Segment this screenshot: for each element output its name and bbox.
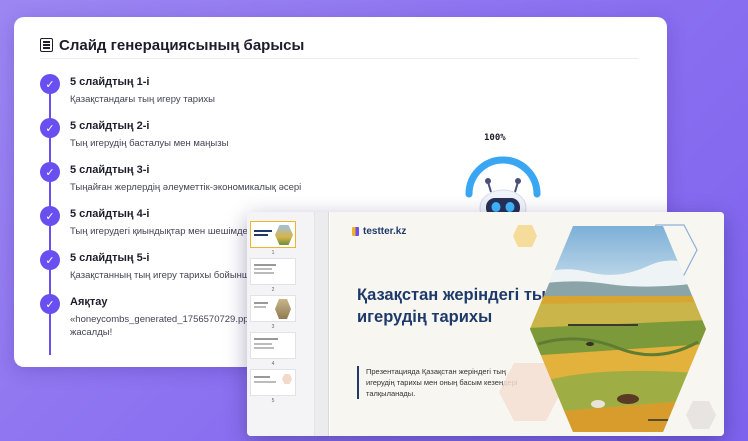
slide-thumbnail-panel: 1 2 3 4 5: [247, 212, 315, 436]
panel-splitter[interactable]: [315, 212, 329, 436]
header-divider: [40, 58, 639, 59]
card-header: Слайд генерациясының барысы: [40, 35, 304, 55]
step-title: 5 слайдтың 4-і: [70, 208, 150, 220]
steppe-landscape-image: [530, 226, 706, 432]
thumbnail-number: 5: [271, 398, 275, 404]
card-title: Слайд генерациясының барысы: [59, 36, 305, 54]
step-title: 5 слайдтың 1-і: [70, 76, 150, 88]
thumbnail-number: 4: [271, 361, 275, 367]
slide-thumbnail-1[interactable]: 1: [250, 221, 296, 256]
step-title: 5 слайдтың 5-і: [70, 252, 150, 264]
step-subtitle: Тың игерудегі қиындықтар мен шешімдер: [70, 226, 254, 237]
step-subtitle: Қазақстандағы тың игеру тарихы: [70, 94, 215, 105]
progress-percent: 100%: [484, 133, 506, 143]
document-list-icon: [40, 38, 53, 52]
step-title: 5 слайдтың 2-і: [70, 120, 150, 132]
slide-thumbnail-3[interactable]: 3: [250, 295, 296, 330]
brand-mark-icon: [352, 227, 359, 236]
step-subtitle: «honeycombs_generated_1756570729.pptx» п…: [70, 313, 274, 339]
check-icon: ✓: [40, 206, 60, 226]
thumbnail-number: 3: [271, 324, 275, 330]
check-icon: ✓: [40, 162, 60, 182]
step-subtitle: Тың игерудің басталуы мен маңызы: [70, 138, 229, 149]
progress-arc: [465, 156, 541, 198]
finish-file-line: «honeycombs_generated_1756570729.pptx» п…: [70, 314, 275, 325]
slide-editor-window: 1 2 3 4 5 testter.kz Қазақстан жеріндегі…: [247, 212, 724, 436]
finish-status-line: жасалды!: [70, 327, 113, 338]
step-title: 5 слайдтың 3-і: [70, 164, 150, 176]
check-icon: ✓: [40, 250, 60, 270]
step-subtitle: Қазақстанның тың игеру тарихы бойынша қо…: [70, 270, 273, 281]
slide-thumbnail-5[interactable]: 5: [250, 369, 296, 404]
check-icon: ✓: [40, 118, 60, 138]
slide-thumbnail-2[interactable]: 2: [250, 258, 296, 293]
step-subtitle: Тыңайған жерлердің әлеуметтік-экономикал…: [70, 182, 302, 193]
slide-thumbnail-4[interactable]: 4: [250, 332, 296, 367]
check-icon: ✓: [40, 294, 60, 314]
slide-canvas[interactable]: testter.kz Қазақстан жеріндегі тың игеру…: [330, 212, 724, 436]
brand-name: testter.kz: [363, 226, 407, 237]
check-icon: ✓: [40, 74, 60, 94]
thumbnail-number: 1: [271, 250, 275, 256]
step-title: Аяқтау: [70, 296, 108, 308]
thumbnail-number: 2: [271, 287, 275, 293]
brand-logo: testter.kz: [352, 226, 406, 237]
